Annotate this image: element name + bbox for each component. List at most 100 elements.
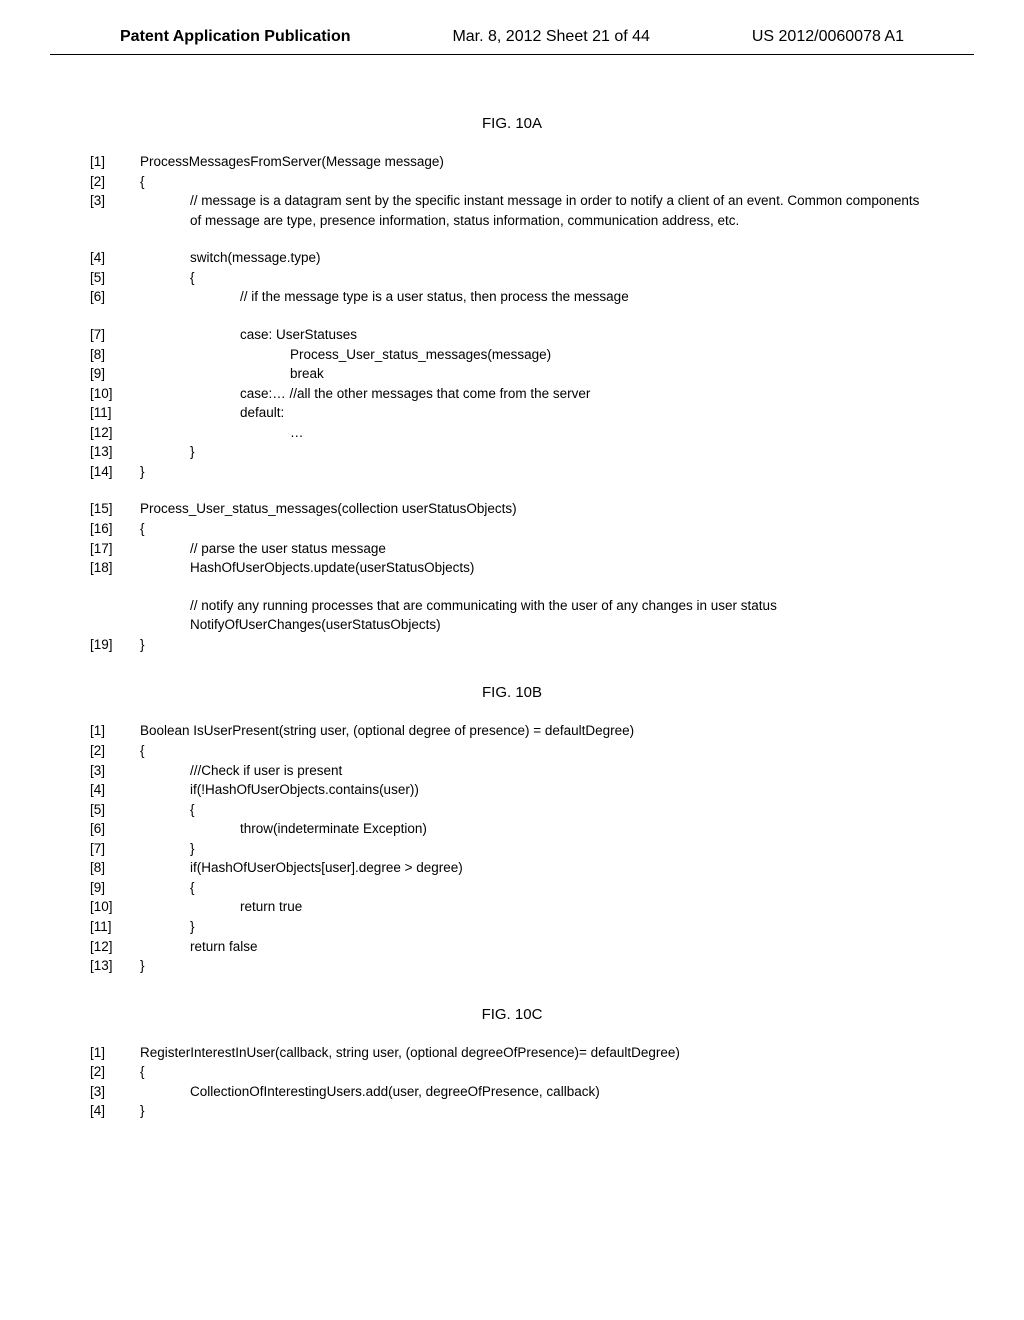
code-line: [9]{ [90, 878, 934, 898]
code-text: case: UserStatuses [140, 325, 934, 345]
code-line: [8]Process_User_status_messages(message) [90, 345, 934, 365]
code-text: { [140, 519, 934, 539]
figure-10b-code: [1]Boolean IsUserPresent(string user, (o… [90, 721, 934, 975]
code-line: [4]switch(message.type) [90, 248, 934, 268]
code-line: [10]return true [90, 897, 934, 917]
code-text: } [140, 462, 934, 482]
figure-10c-title: FIG. 10C [90, 1006, 934, 1023]
line-number: [4] [90, 248, 140, 268]
code-text: throw(indeterminate Exception) [140, 819, 934, 839]
code-text: // parse the user status message [140, 539, 934, 559]
code-text: } [140, 1101, 934, 1121]
code-line: [3]// message is a datagram sent by the … [90, 191, 934, 230]
page-header: Patent Application Publication Mar. 8, 2… [50, 0, 974, 55]
line-number: [11] [90, 917, 140, 937]
code-text: … [140, 423, 934, 443]
code-text: HashOfUserObjects.update(userStatusObjec… [140, 558, 934, 578]
code-text: { [140, 172, 934, 192]
code-text: return false [140, 937, 934, 957]
line-number: [19] [90, 635, 140, 655]
code-line: [8]if(HashOfUserObjects[user].degree > d… [90, 858, 934, 878]
figure-10a-title: FIG. 10A [90, 115, 934, 132]
code-line: [6]throw(indeterminate Exception) [90, 819, 934, 839]
code-text: default: [140, 403, 934, 423]
line-number: [8] [90, 345, 140, 365]
line-number: [6] [90, 287, 140, 307]
line-number: [3] [90, 761, 140, 781]
content-area: FIG. 10A [1]ProcessMessagesFromServer(Me… [0, 55, 1024, 1151]
code-line: [7]} [90, 839, 934, 859]
line-number: [5] [90, 268, 140, 288]
code-line: [2]{ [90, 1062, 934, 1082]
header-right: US 2012/0060078 A1 [752, 28, 904, 46]
code-text: { [140, 268, 934, 288]
line-number: [9] [90, 878, 140, 898]
code-line: // notify any running processes that are… [90, 596, 934, 616]
blank-line [90, 307, 934, 325]
code-text: switch(message.type) [140, 248, 934, 268]
code-line: [11]default: [90, 403, 934, 423]
line-number: [15] [90, 499, 140, 519]
code-text: } [140, 442, 934, 462]
code-line: [10]case:… //all the other messages that… [90, 384, 934, 404]
code-text: // if the message type is a user status,… [140, 287, 934, 307]
code-text: Process_User_status_messages(message) [140, 345, 934, 365]
line-number: [10] [90, 384, 140, 404]
blank-line [90, 481, 934, 499]
line-number: [16] [90, 519, 140, 539]
code-text: case:… //all the other messages that com… [140, 384, 934, 404]
code-line: [1]RegisterInterestInUser(callback, stri… [90, 1043, 934, 1063]
code-text: Process_User_status_messages(collection … [140, 499, 934, 519]
line-number: [13] [90, 442, 140, 462]
line-number: [7] [90, 839, 140, 859]
code-line: [1]Boolean IsUserPresent(string user, (o… [90, 721, 934, 741]
code-line: [1]ProcessMessagesFromServer(Message mes… [90, 152, 934, 172]
code-text: RegisterInterestInUser(callback, string … [140, 1043, 934, 1063]
code-line: [5]{ [90, 800, 934, 820]
code-text: NotifyOfUserChanges(userStatusObjects) [140, 615, 934, 635]
line-number: [12] [90, 937, 140, 957]
header-center: Mar. 8, 2012 Sheet 21 of 44 [452, 28, 649, 46]
code-line: [4]} [90, 1101, 934, 1121]
code-line: [18]HashOfUserObjects.update(userStatusO… [90, 558, 934, 578]
code-line: [3]///Check if user is present [90, 761, 934, 781]
line-number: [1] [90, 721, 140, 741]
code-line: [17]// parse the user status message [90, 539, 934, 559]
line-number: [5] [90, 800, 140, 820]
code-text: Boolean IsUserPresent(string user, (opti… [140, 721, 934, 741]
code-line: [9]break [90, 364, 934, 384]
line-number: [8] [90, 858, 140, 878]
code-line: [14]} [90, 462, 934, 482]
code-text: { [140, 878, 934, 898]
header-left: Patent Application Publication [120, 28, 351, 46]
line-number: [2] [90, 1062, 140, 1082]
code-text: // notify any running processes that are… [140, 596, 934, 616]
line-number: [13] [90, 956, 140, 976]
figure-10a-code: [1]ProcessMessagesFromServer(Message mes… [90, 152, 934, 654]
line-number: [10] [90, 897, 140, 917]
code-text: { [140, 1062, 934, 1082]
code-text: if(HashOfUserObjects[user].degree > degr… [140, 858, 934, 878]
line-number: [12] [90, 423, 140, 443]
line-number: [6] [90, 819, 140, 839]
code-line: [16]{ [90, 519, 934, 539]
code-text: ProcessMessagesFromServer(Message messag… [140, 152, 934, 172]
line-number: [18] [90, 558, 140, 578]
line-number: [11] [90, 403, 140, 423]
code-text: // message is a datagram sent by the spe… [140, 191, 934, 230]
code-text: } [140, 635, 934, 655]
code-line: NotifyOfUserChanges(userStatusObjects) [90, 615, 934, 635]
code-text: ///Check if user is present [140, 761, 934, 781]
line-number: [2] [90, 172, 140, 192]
code-text: break [140, 364, 934, 384]
line-number: [3] [90, 1082, 140, 1102]
code-line: [7]case: UserStatuses [90, 325, 934, 345]
figure-10c-code: [1]RegisterInterestInUser(callback, stri… [90, 1043, 934, 1121]
line-number: [4] [90, 1101, 140, 1121]
line-number: [4] [90, 780, 140, 800]
line-number: [1] [90, 1043, 140, 1063]
line-number: [17] [90, 539, 140, 559]
line-number: [7] [90, 325, 140, 345]
code-line: [5]{ [90, 268, 934, 288]
code-line: [4]if(!HashOfUserObjects.contains(user)) [90, 780, 934, 800]
